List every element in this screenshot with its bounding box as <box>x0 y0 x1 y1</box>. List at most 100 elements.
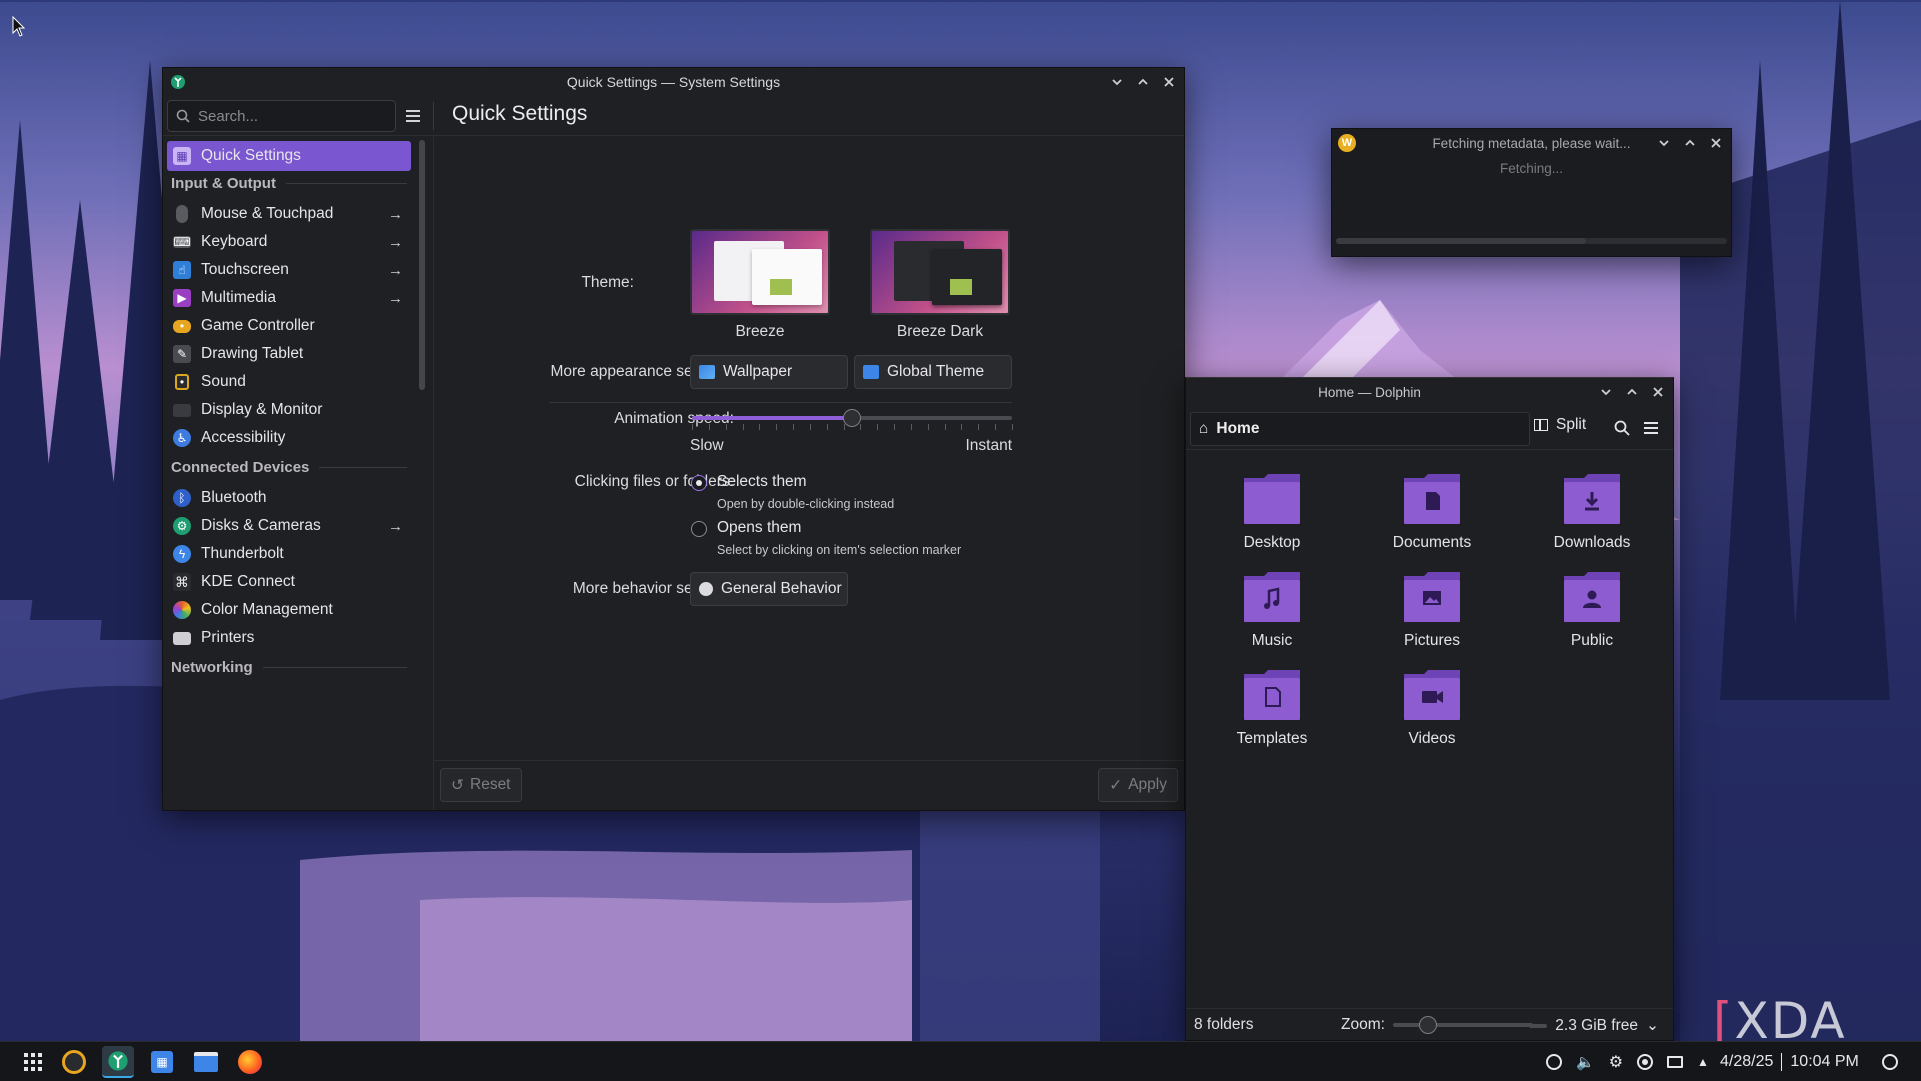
maximize-button[interactable] <box>1134 73 1152 91</box>
slider-tick <box>1012 424 1013 430</box>
folder-name: Documents <box>1392 534 1472 551</box>
sidebar-item-game-controller[interactable]: • Game Controller <box>167 311 411 341</box>
folder-pictures[interactable]: Pictures <box>1362 568 1502 650</box>
settings-gear-icon[interactable]: ⚙ <box>1609 1052 1623 1072</box>
taskbar-app-firefox[interactable] <box>234 1046 266 1078</box>
pictures-folder-icon <box>1404 572 1460 622</box>
folder-public[interactable]: Public <box>1522 568 1662 650</box>
theme-thumb-breeze[interactable] <box>690 229 830 315</box>
folder-downloads[interactable]: Downloads <box>1522 470 1662 552</box>
sidebar-item-touchscreen[interactable]: ☝ Touchscreen → <box>167 255 411 285</box>
radio-opens-them[interactable] <box>691 521 707 537</box>
app-icon: W <box>1338 134 1356 152</box>
close-icon <box>1164 77 1174 87</box>
folder-templates[interactable]: Templates <box>1202 666 1342 748</box>
search-icon[interactable] <box>1614 420 1630 436</box>
public-folder-icon <box>1564 572 1620 622</box>
hamburger-menu-button[interactable] <box>401 104 425 128</box>
search-field[interactable] <box>167 100 396 132</box>
taskbar-app-discover[interactable] <box>58 1046 90 1078</box>
theme-thumb-breeze-dark[interactable] <box>870 229 1010 315</box>
sidebar-item-thunderbolt[interactable]: ϟ Thunderbolt <box>167 539 411 569</box>
taskbar-app-system-settings[interactable] <box>102 1046 134 1078</box>
clock[interactable]: 4/28/25 10:04 PM <box>1720 1042 1859 1081</box>
sidebar-item-display-monitor[interactable]: Display & Monitor <box>167 395 411 425</box>
apply-button[interactable]: ✓ Apply <box>1098 768 1178 802</box>
reset-button[interactable]: ↺ Reset <box>440 768 522 802</box>
global-theme-button[interactable]: Global Theme <box>854 355 1012 389</box>
folder-count: 8 folders <box>1194 1015 1254 1033</box>
zoom-slider[interactable] <box>1392 1016 1533 1034</box>
zoom-label: Zoom: <box>1341 1016 1385 1033</box>
taskbar-app-store[interactable]: ▦ <box>146 1046 178 1078</box>
sidebar-item-label: Game Controller <box>201 317 315 334</box>
slider-tick <box>709 424 710 430</box>
display-icon[interactable] <box>1667 1056 1684 1068</box>
theme-name-breeze-dark: Breeze Dark <box>896 323 984 340</box>
store-bag-icon: ▦ <box>151 1051 173 1073</box>
sidebar-scrollbar[interactable] <box>419 140 425 390</box>
slider-handle[interactable] <box>843 409 861 427</box>
sidebar-item-color-management[interactable]: Color Management <box>167 595 411 625</box>
sidebar-item-multimedia[interactable]: ▶ Multimedia → <box>167 283 411 313</box>
split-button[interactable]: Split <box>1534 416 1586 434</box>
app-launcher-button[interactable] <box>17 1046 49 1078</box>
fetch-titlebar[interactable]: W Fetching metadata, please wait... <box>1332 129 1731 157</box>
settings-titlebar[interactable]: Quick Settings — System Settings <box>163 68 1184 96</box>
chevron-up-icon[interactable]: ▲ <box>1697 1055 1709 1069</box>
sidebar-item-drawing-tablet[interactable]: ✎ Drawing Tablet <box>167 339 411 369</box>
folder-music[interactable]: Music <box>1202 568 1342 650</box>
sidebar-item-quick-settings[interactable]: ▦ Quick Settings <box>167 141 411 171</box>
slider-tick <box>911 424 912 430</box>
downloads-folder-icon <box>1564 474 1620 524</box>
chevron-down-icon <box>1601 389 1611 396</box>
steam-icon[interactable] <box>1546 1054 1562 1070</box>
free-space-indicator[interactable]: 2.3 GiB free ⌄ <box>1529 1016 1659 1035</box>
videos-folder-icon <box>1404 670 1460 720</box>
dolphin-titlebar[interactable]: Home — Dolphin <box>1186 378 1673 406</box>
folder-documents[interactable]: Documents <box>1362 470 1502 552</box>
zoom-slider-handle[interactable] <box>1418 1016 1437 1034</box>
general-behavior-button[interactable]: General Behavior <box>690 572 848 606</box>
folder-videos[interactable]: Videos <box>1362 666 1502 748</box>
wallpaper-button[interactable]: Wallpaper <box>690 355 848 389</box>
sidebar-item-kde-connect[interactable]: ⌘ KDE Connect <box>167 567 411 597</box>
sidebar-item-printers[interactable]: Printers <box>167 623 411 653</box>
location-breadcrumb[interactable]: ⌂ Home <box>1190 412 1530 446</box>
settings-sidebar: ▦ Quick Settings Input & Output Mouse & … <box>163 137 411 810</box>
close-button[interactable] <box>1160 73 1178 91</box>
chevron-up-icon <box>1138 78 1148 85</box>
show-desktop-icon[interactable] <box>1882 1054 1898 1070</box>
maximize-button[interactable] <box>1623 383 1641 401</box>
search-input[interactable] <box>198 107 378 125</box>
sidebar-section-connected-devices: Connected Devices <box>171 455 407 479</box>
close-button[interactable] <box>1649 383 1667 401</box>
minimize-button[interactable] <box>1655 134 1673 152</box>
sidebar-item-accessibility[interactable]: ♿ Accessibility <box>167 423 411 453</box>
folder-name: Videos <box>1408 730 1456 747</box>
radio-selects-them[interactable] <box>691 475 707 491</box>
bluetooth-icon: ᛒ <box>173 489 191 507</box>
folder-name: Desktop <box>1243 534 1301 551</box>
taskbar-app-dolphin[interactable] <box>190 1046 222 1078</box>
folder-name: Music <box>1251 632 1293 649</box>
sidebar-item-disks-cameras[interactable]: ⚙ Disks & Cameras → <box>167 511 411 541</box>
slider-tick <box>793 424 794 430</box>
folder-desktop[interactable]: Desktop <box>1202 470 1342 552</box>
minimize-button[interactable] <box>1108 73 1126 91</box>
tablet-icon: ✎ <box>173 345 191 363</box>
sidebar-item-label: Thunderbolt <box>201 545 284 562</box>
hamburger-menu-icon[interactable] <box>1644 422 1658 434</box>
minimize-button[interactable] <box>1597 383 1615 401</box>
close-button[interactable] <box>1707 134 1725 152</box>
record-icon[interactable] <box>1637 1054 1654 1070</box>
sidebar-item-bluetooth[interactable]: ᛒ Bluetooth <box>167 483 411 513</box>
sidebar-item-sound[interactable]: • Sound <box>167 367 411 397</box>
sidebar-item-label: Keyboard <box>201 233 268 250</box>
fetch-progress-bar <box>1336 238 1727 244</box>
volume-icon[interactable]: 🔈 <box>1576 1053 1595 1071</box>
maximize-button[interactable] <box>1681 134 1699 152</box>
sidebar-item-keyboard[interactable]: ⌨ Keyboard → <box>167 227 411 257</box>
animation-speed-slider[interactable] <box>692 406 1013 436</box>
sidebar-item-mouse-touchpad[interactable]: Mouse & Touchpad → <box>167 199 411 229</box>
